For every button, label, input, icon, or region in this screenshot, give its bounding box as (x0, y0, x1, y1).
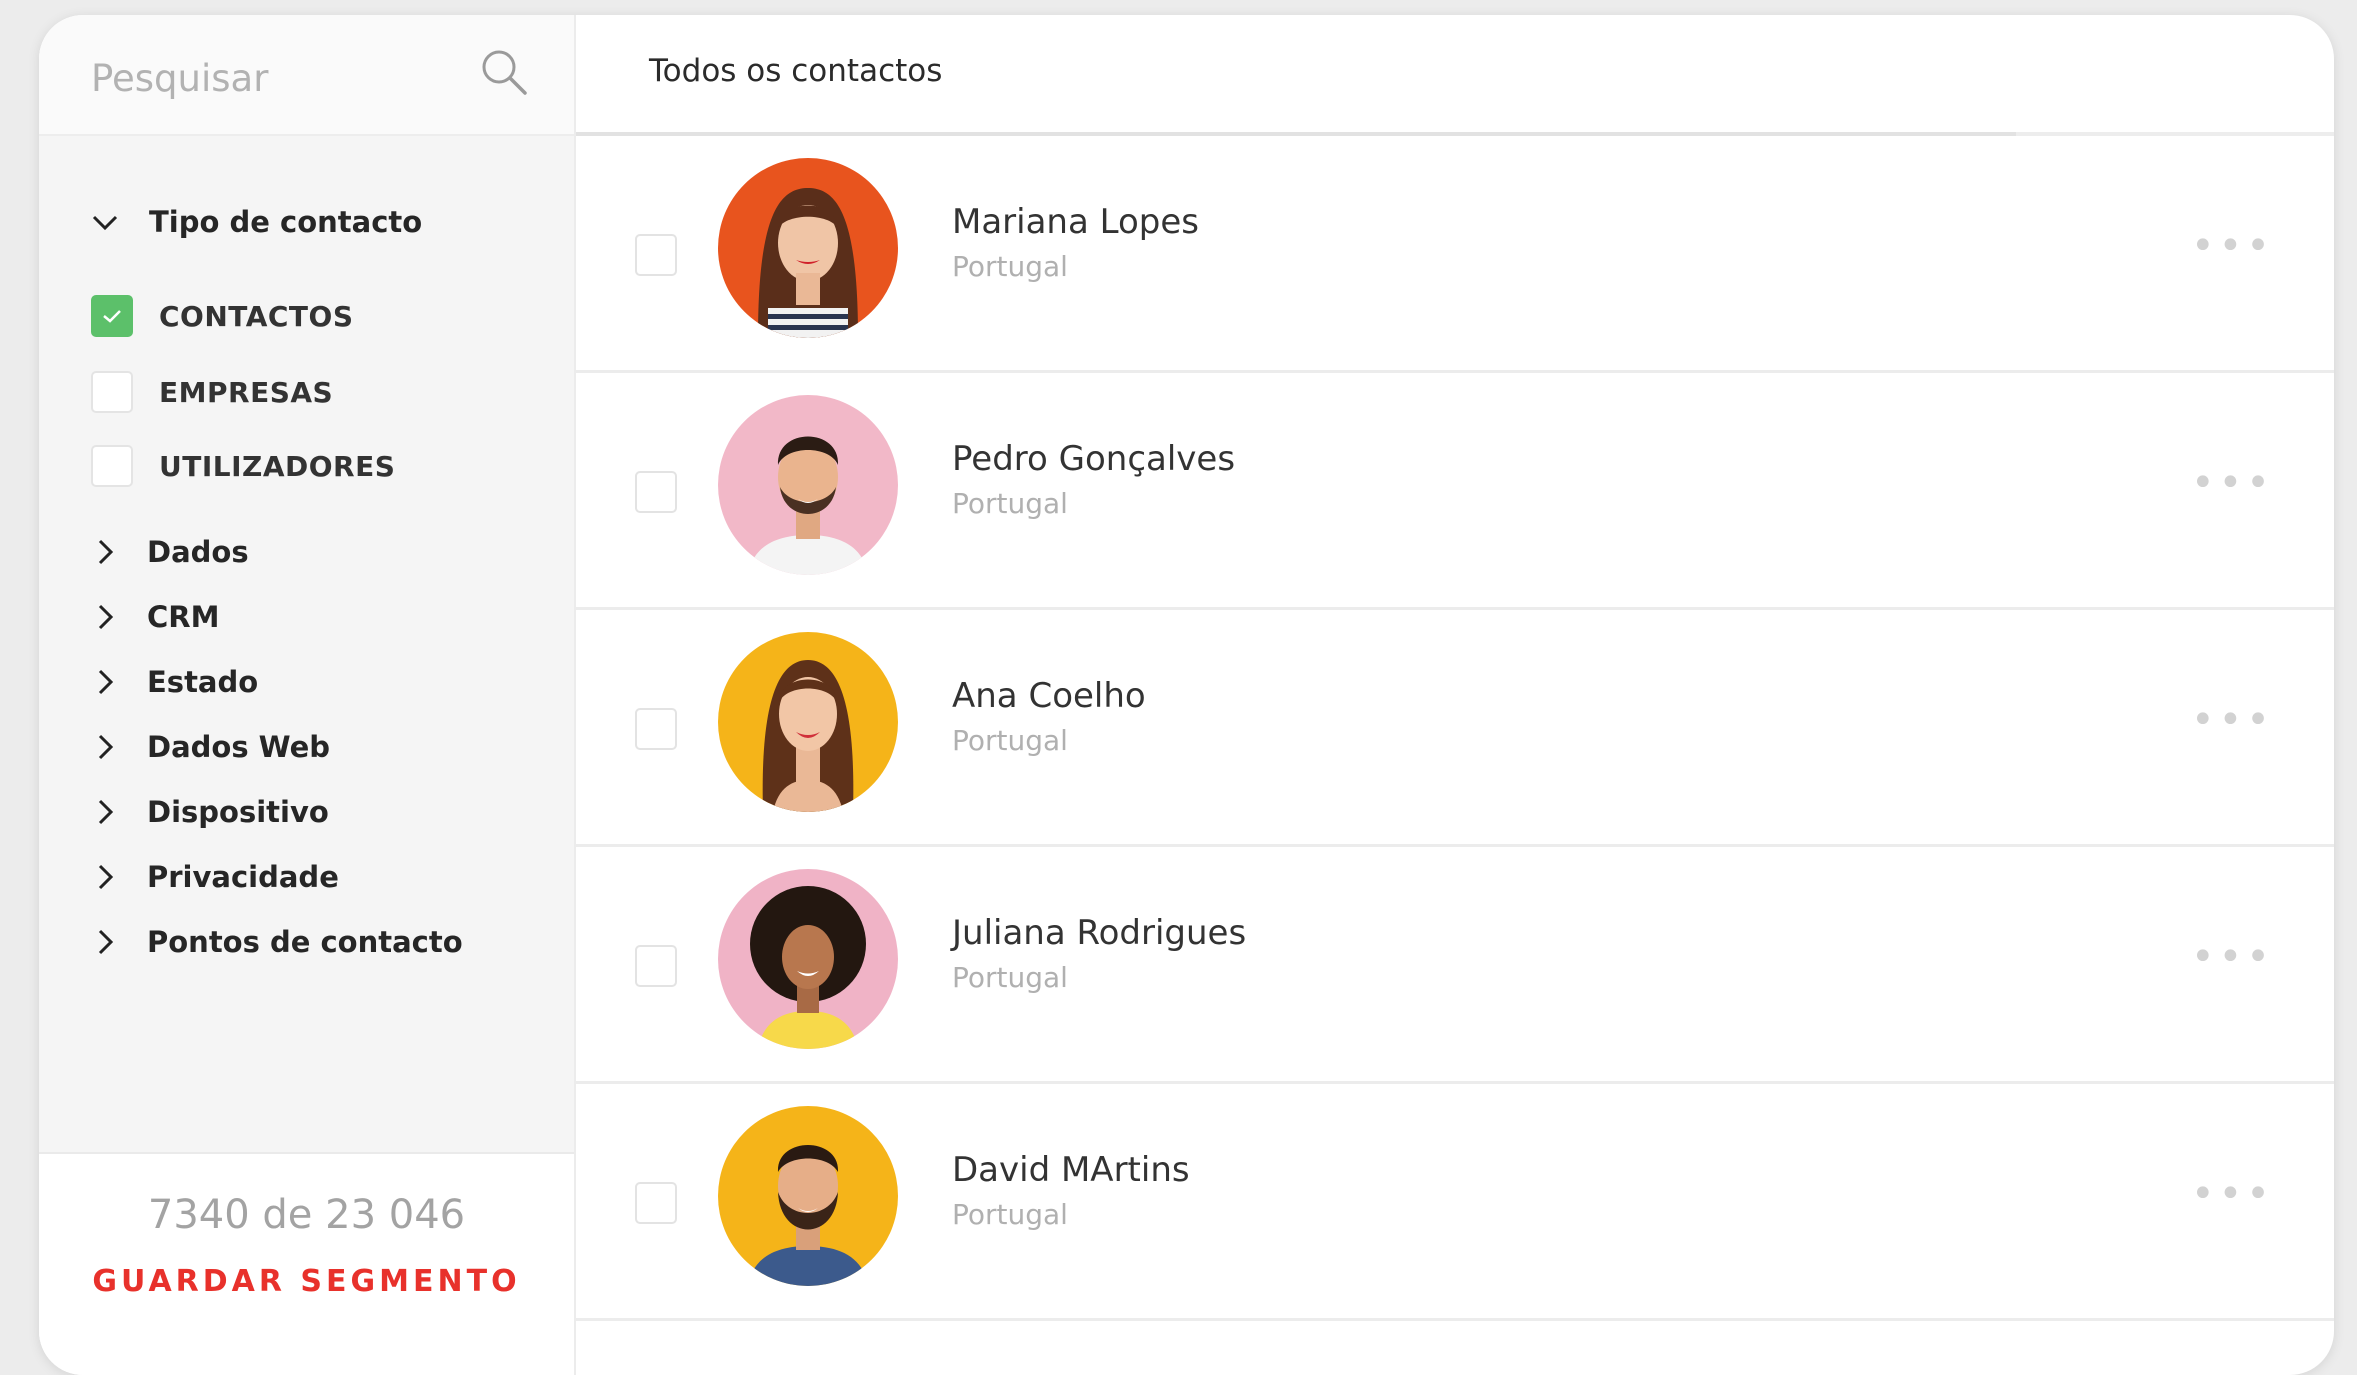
contact-country: Portugal (952, 250, 1068, 283)
utilizadores-checkbox[interactable] (91, 445, 133, 487)
row-checkbox[interactable] (635, 234, 677, 276)
more-options-icon[interactable]: ••• (2191, 937, 2274, 977)
section-label: Privacidade (147, 860, 339, 894)
chevron-right-icon (91, 603, 119, 631)
result-count: 7340 de 23 046 (147, 1192, 466, 1238)
filter-sidebar: Tipo de contacto CONTACTOS EMPRESAS UTIL… (39, 15, 576, 1375)
avatar (718, 158, 898, 338)
option-utilizadores[interactable]: UTILIZADORES (39, 444, 574, 488)
contactos-checkbox[interactable] (91, 295, 133, 337)
contact-name[interactable]: Mariana Lopes (952, 202, 1199, 242)
option-label: UTILIZADORES (159, 449, 396, 483)
sidebar-footer: 7340 de 23 046 GUARDAR SEGMENTO (39, 1152, 574, 1375)
section-label: Dados Web (147, 730, 331, 764)
more-options-icon[interactable]: ••• (2191, 1174, 2274, 1214)
more-options-icon[interactable]: ••• (2191, 226, 2274, 266)
filters: Tipo de contacto CONTACTOS EMPRESAS UTIL… (39, 136, 574, 964)
contact-country: Portugal (952, 961, 1068, 994)
section-pontos-de-contacto[interactable]: Pontos de contacto (39, 920, 574, 964)
avatar-woman-icon (718, 632, 898, 812)
section-label: CRM (147, 600, 220, 634)
chevron-right-icon (91, 538, 119, 566)
more-options-icon[interactable]: ••• (2191, 700, 2274, 740)
contact-row[interactable]: Juliana Rodrigues Portugal ••• (576, 847, 2334, 1084)
row-checkbox[interactable] (635, 945, 677, 987)
section-label: Dispositivo (147, 795, 329, 829)
app-window: Tipo de contacto CONTACTOS EMPRESAS UTIL… (39, 15, 2334, 1375)
more-options-icon[interactable]: ••• (2191, 463, 2274, 503)
contact-type-options: CONTACTOS EMPRESAS UTILIZADORES (39, 294, 574, 488)
contact-country: Portugal (952, 724, 1068, 757)
section-privacidade[interactable]: Privacidade (39, 855, 574, 899)
section-label: Pontos de contacto (147, 925, 463, 959)
section-dados[interactable]: Dados (39, 530, 574, 574)
contact-type-label: Tipo de contacto (149, 205, 423, 239)
row-checkbox[interactable] (635, 708, 677, 750)
avatar-woman-icon (718, 869, 898, 1049)
contact-type-toggle[interactable]: Tipo de contacto (39, 202, 574, 242)
section-dispositivo[interactable]: Dispositivo (39, 790, 574, 834)
contact-name[interactable]: David MArtins (952, 1150, 1190, 1190)
search-input[interactable] (91, 53, 471, 103)
contact-row[interactable]: David MArtins Portugal ••• (576, 1084, 2334, 1321)
row-checkbox[interactable] (635, 1182, 677, 1224)
contact-row[interactable]: Mariana Lopes Portugal ••• (576, 136, 2334, 373)
option-empresas[interactable]: EMPRESAS (39, 370, 574, 414)
avatar (718, 869, 898, 1049)
contact-name[interactable]: Pedro Gonçalves (952, 439, 1235, 479)
contact-row[interactable]: Ana Coelho Portugal ••• (576, 610, 2334, 847)
page-title: Todos os contactos (649, 53, 943, 89)
search-bar (39, 15, 574, 136)
empresas-checkbox[interactable] (91, 371, 133, 413)
avatar (718, 395, 898, 575)
contact-country: Portugal (952, 487, 1068, 520)
save-segment-button[interactable]: GUARDAR SEGMENTO (92, 1264, 520, 1299)
contact-name[interactable]: Juliana Rodrigues (952, 913, 1246, 953)
avatar-woman-icon (718, 158, 898, 338)
chevron-right-icon (91, 863, 119, 891)
section-estado[interactable]: Estado (39, 660, 574, 704)
contact-name[interactable]: Ana Coelho (952, 676, 1146, 716)
chevron-right-icon (91, 928, 119, 956)
section-label: Estado (147, 665, 259, 699)
filter-sections: Dados CRM Estado Dados Web Dispositivo P… (39, 530, 574, 964)
chevron-down-icon (91, 208, 119, 236)
avatar (718, 1106, 898, 1286)
section-label: Dados (147, 535, 249, 569)
chevron-right-icon (91, 733, 119, 761)
avatar (718, 632, 898, 812)
contacts-panel: Todos os contactos Mariana Lopes Portuga… (576, 15, 2334, 1375)
check-icon (103, 310, 121, 323)
contact-country: Portugal (952, 1198, 1068, 1231)
chevron-right-icon (91, 668, 119, 696)
row-checkbox[interactable] (635, 471, 677, 513)
contact-row[interactable]: Pedro Gonçalves Portugal ••• (576, 373, 2334, 610)
search-icon[interactable] (477, 45, 531, 99)
chevron-right-icon (91, 798, 119, 826)
section-dados-web[interactable]: Dados Web (39, 725, 574, 769)
option-contactos[interactable]: CONTACTOS (39, 294, 574, 338)
option-label: CONTACTOS (159, 299, 354, 333)
avatar-man-icon (718, 395, 898, 575)
contacts-header: Todos os contactos (576, 15, 2334, 136)
section-crm[interactable]: CRM (39, 595, 574, 639)
avatar-man-icon (718, 1106, 898, 1286)
option-label: EMPRESAS (159, 375, 334, 409)
